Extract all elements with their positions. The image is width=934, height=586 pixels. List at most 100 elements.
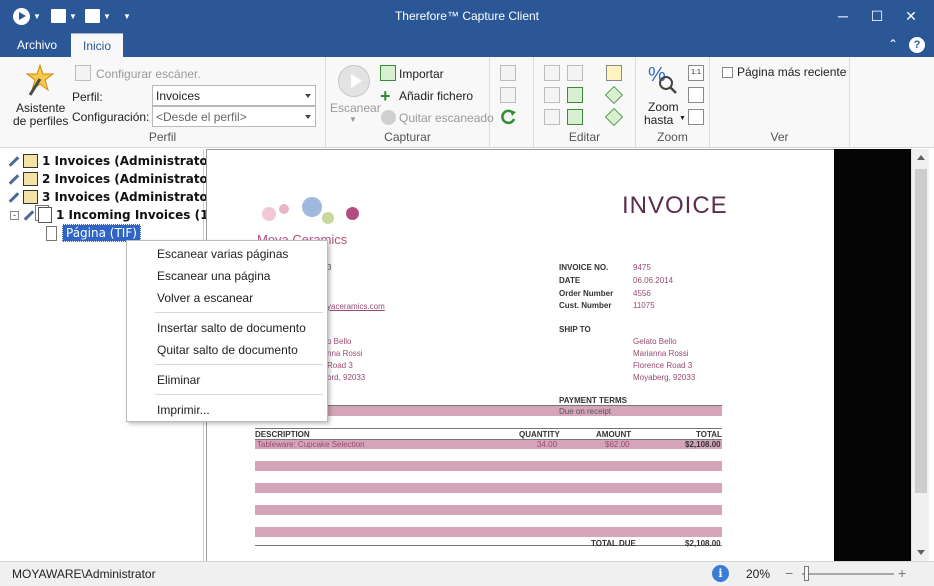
chevron-down-icon xyxy=(305,94,311,98)
recent-page-checkbox[interactable] xyxy=(722,67,733,78)
import-button[interactable]: Importar xyxy=(399,67,444,81)
chevron-down-icon: ▼ xyxy=(679,115,686,122)
group-label-ver: Ver xyxy=(770,130,789,144)
zoom-slider-thumb[interactable] xyxy=(804,566,809,581)
ship-to-line: Marianna Rossi xyxy=(633,349,689,358)
meta-label: INVOICE NO. xyxy=(559,263,609,272)
window-title: Therefore™ Capture Client xyxy=(394,9,540,23)
menu-item-rescan[interactable]: Volver a escanear xyxy=(157,291,253,305)
cut-icon[interactable] xyxy=(567,65,583,81)
remove-scanned-button[interactable]: Quitar escaneado xyxy=(399,111,494,125)
col-quantity: QUANTITY xyxy=(519,430,560,439)
wand-icon xyxy=(25,63,55,96)
tree-item[interactable]: - 1 Incoming Invoices (1) xyxy=(10,206,214,224)
zoom-to-button[interactable]: % Zoom hasta ▼ xyxy=(640,61,686,127)
scroll-up-icon[interactable] xyxy=(917,155,925,160)
move-down-icon[interactable] xyxy=(567,109,583,125)
group-rotate xyxy=(490,57,534,147)
chevron-down-icon xyxy=(305,115,311,119)
profile-select[interactable]: Invoices xyxy=(152,85,316,106)
move-up-icon[interactable] xyxy=(567,87,583,103)
erase-icon[interactable] xyxy=(604,85,624,105)
payment-terms-label: PAYMENT TERMS xyxy=(559,396,628,405)
zoom-percent-icon: % xyxy=(648,64,677,94)
configure-scanner-button[interactable]: Configurar escáner. xyxy=(96,67,201,81)
menu-item-scan-single[interactable]: Escanear una página xyxy=(157,269,270,283)
eraser-icon[interactable] xyxy=(604,107,624,127)
zoom-percent: 20% xyxy=(746,567,771,581)
menu-item-insert-break[interactable]: Insertar salto de documento xyxy=(157,321,306,335)
maximize-button[interactable]: ☐ xyxy=(860,0,894,33)
close-button[interactable]: ✕ xyxy=(894,0,928,33)
group-perfil: Asistente de perfiles Configurar escáner… xyxy=(0,57,326,147)
menu-item-remove-break[interactable]: Quitar salto de documento xyxy=(157,343,298,357)
menu-item-print[interactable]: Imprimir... xyxy=(157,403,210,417)
zoom-label-1: Zoom xyxy=(648,100,679,114)
payment-terms-value: Due on receipt xyxy=(559,407,612,416)
total-due-label: TOTAL DUE xyxy=(591,539,636,548)
tree-item[interactable]: 1 Invoices (Administrator) xyxy=(8,152,219,170)
tree-item-label: 2 Invoices (Administrator) xyxy=(42,172,220,186)
bill-to-line: ord, 92033 xyxy=(327,373,366,382)
zoom-label-2: hasta xyxy=(644,113,674,127)
col-total: TOTAL xyxy=(696,430,722,439)
line-description: Tableware: Cupcake Selection xyxy=(257,440,365,449)
pencil-icon xyxy=(8,155,20,167)
meta-value: 06.06.2014 xyxy=(633,276,674,285)
rotate-left-icon[interactable] xyxy=(500,65,516,81)
rotate-right-icon[interactable] xyxy=(500,87,516,103)
zoom-slider[interactable] xyxy=(802,573,894,575)
line-amount: $62.00 xyxy=(605,440,630,449)
scan-button[interactable]: Escanear ▼ xyxy=(330,63,381,129)
remove-scanned-icon xyxy=(381,110,396,125)
profile-value: Invoices xyxy=(156,89,201,103)
fit-width-icon[interactable] xyxy=(688,109,704,125)
tab-archivo[interactable]: Archivo xyxy=(5,33,69,57)
tree-item[interactable]: 2 Invoices (Administrator) xyxy=(8,170,219,188)
tree-item[interactable]: 3 Invoices (Administrator) xyxy=(8,188,219,206)
minimize-button[interactable]: ─ xyxy=(826,0,860,33)
menu-item-scan-multiple[interactable]: Escanear varias páginas xyxy=(157,247,288,261)
status-bar: MOYAWARE\Administrator i 20% − + xyxy=(0,561,934,586)
minimize-icon: ─ xyxy=(838,8,848,24)
help-icon[interactable]: ? xyxy=(909,37,925,53)
group-zoom: % Zoom hasta ▼ 1:1 Zoom xyxy=(636,57,710,147)
config-select[interactable]: <Desde el perfil> xyxy=(152,106,316,127)
tree-item-label: 1 Incoming Invoices (1) xyxy=(56,208,214,222)
zoom-out-button[interactable]: − xyxy=(785,565,793,581)
tree-item-label: 1 Invoices (Administrator) xyxy=(42,154,220,168)
add-file-button[interactable]: Añadir fichero xyxy=(399,89,473,103)
bill-to-line: nna Rossi xyxy=(327,349,363,358)
collapse-icon[interactable]: - xyxy=(10,210,19,220)
meta-value: 4556 xyxy=(633,289,651,298)
close-icon: ✕ xyxy=(905,8,917,24)
fit-height-icon[interactable] xyxy=(688,87,704,103)
vertical-scrollbar[interactable] xyxy=(911,149,929,561)
ship-to-line: Gelato Bello xyxy=(633,337,677,346)
scanner-config-icon xyxy=(75,65,91,81)
actual-size-icon[interactable]: 1:1 xyxy=(688,65,704,81)
scan-label: Escanear xyxy=(330,101,381,115)
profile-wizard-button[interactable]: Asistente de perfiles xyxy=(8,63,68,129)
help-chevron-icon[interactable]: ⌃ xyxy=(888,37,898,51)
split-icon[interactable] xyxy=(544,65,560,81)
tab-inicio[interactable]: Inicio xyxy=(71,33,124,57)
info-icon[interactable]: i xyxy=(712,565,729,582)
bill-to-line: o Bello xyxy=(327,337,352,346)
scroll-thumb[interactable] xyxy=(915,169,927,493)
page-break-icon[interactable] xyxy=(544,109,560,125)
pencil-icon xyxy=(8,173,20,185)
refresh-icon[interactable] xyxy=(499,108,517,126)
menu-item-delete[interactable]: Eliminar xyxy=(157,373,200,387)
chevron-down-icon: ▼ xyxy=(349,115,357,124)
total-due-value: $2,108.00 xyxy=(685,539,721,548)
profile-label: Perfil: xyxy=(72,90,103,104)
scroll-down-icon[interactable] xyxy=(917,550,925,555)
ship-to-label: SHIP TO xyxy=(559,325,591,334)
add-file-icon: + xyxy=(380,86,391,106)
group-label-capturar: Capturar xyxy=(384,130,431,144)
zoom-in-button[interactable]: + xyxy=(898,565,906,581)
insert-page-icon[interactable] xyxy=(606,65,622,81)
wizard-label-1: Asistente xyxy=(16,101,66,115)
merge-icon[interactable] xyxy=(544,87,560,103)
